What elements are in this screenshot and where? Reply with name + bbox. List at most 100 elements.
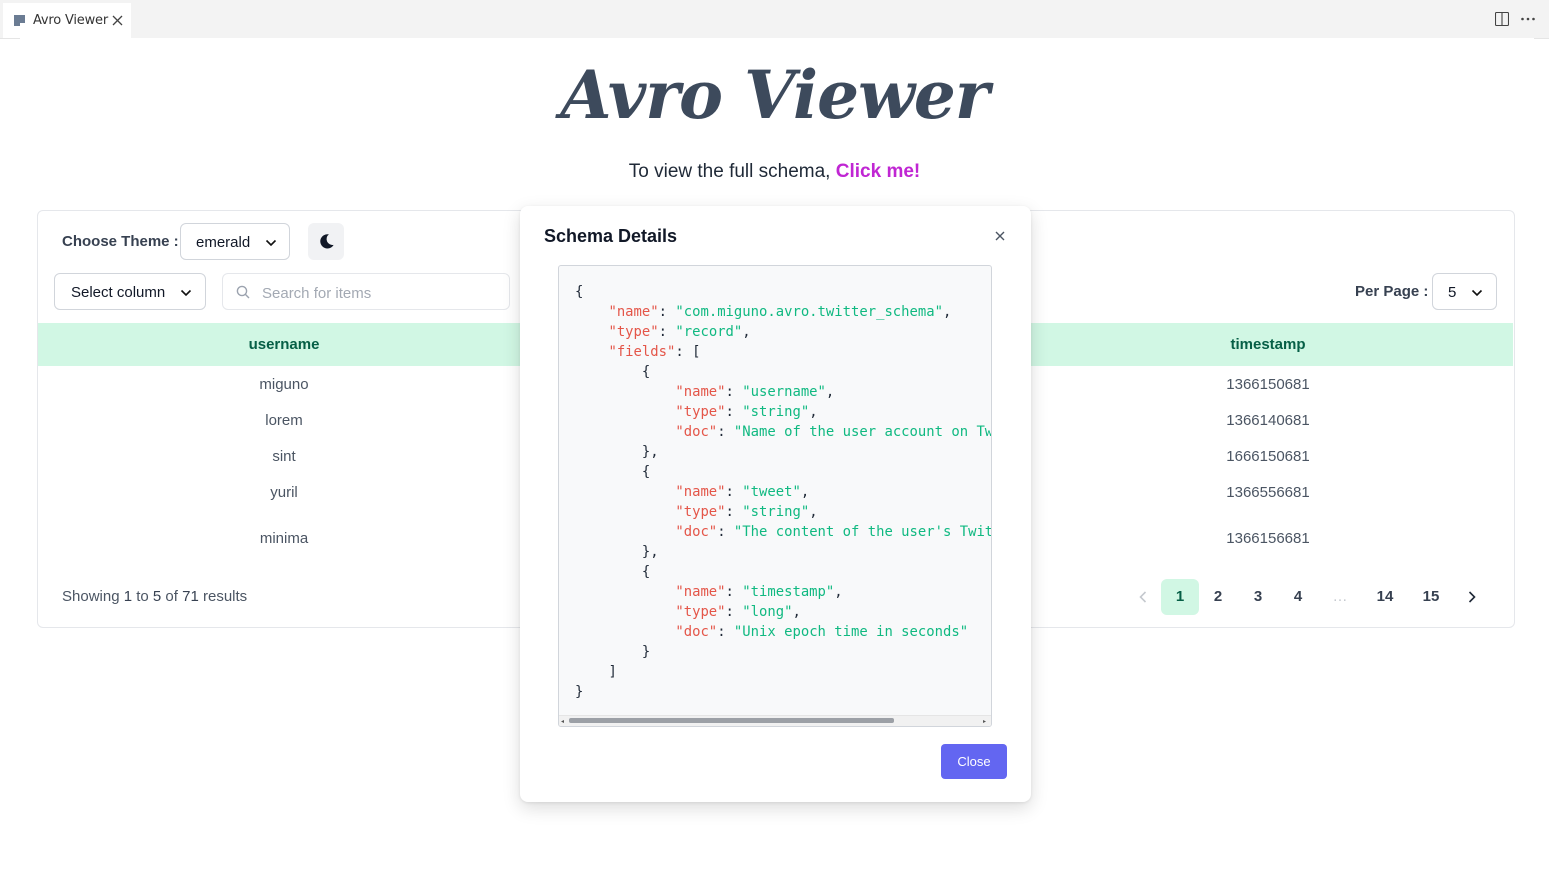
- json-punct: :: [725, 584, 743, 600]
- summary-total: 71: [182, 588, 199, 605]
- json-string: "timestamp": [742, 584, 835, 600]
- json-punct: :: [725, 504, 743, 520]
- json-punct: },: [575, 544, 659, 560]
- more-actions-icon[interactable]: [1520, 12, 1536, 26]
- page-button-2[interactable]: 2: [1199, 579, 1237, 615]
- close-icon[interactable]: [994, 230, 1006, 242]
- schema-subtitle: To view the full schema, Click me!: [0, 161, 1549, 183]
- split-editor-icon[interactable]: [1495, 12, 1509, 26]
- subtitle-text: To view the full schema,: [628, 161, 836, 182]
- scroll-left-icon[interactable]: ◂: [561, 718, 567, 725]
- json-punct: [575, 484, 675, 500]
- json-punct: :: [725, 484, 743, 500]
- json-punct: ]: [575, 664, 617, 680]
- theme-select-value: emerald: [196, 234, 251, 251]
- column-select[interactable]: Select column: [54, 273, 206, 310]
- json-punct: {: [575, 464, 651, 480]
- json-punct: :: [717, 624, 734, 640]
- search-input[interactable]: [260, 282, 504, 304]
- editor-tab[interactable]: Avro Viewer: [3, 3, 131, 38]
- json-punct: :: [658, 304, 676, 320]
- json-punct: ,: [943, 304, 952, 320]
- json-string: "tweet": [742, 484, 801, 500]
- close-icon[interactable]: [112, 15, 123, 26]
- json-punct: ,: [809, 504, 818, 520]
- table-cell-username: minima: [259, 530, 309, 547]
- json-punct: [575, 384, 675, 400]
- json-punct: ,: [800, 484, 810, 500]
- json-punct: {: [575, 564, 651, 580]
- table-cell-username: lorem: [265, 412, 303, 429]
- chevron-right-icon[interactable]: [1467, 590, 1477, 604]
- table-cell-username: yuril: [270, 484, 298, 501]
- json-string: "Name of the user account on Twitter.com…: [733, 424, 991, 440]
- chevron-down-icon: [1471, 289, 1483, 297]
- search-icon: [236, 285, 250, 299]
- page-button-1[interactable]: 1: [1161, 579, 1199, 615]
- summary-to-word: to: [132, 588, 153, 605]
- chevron-left-icon[interactable]: [1138, 590, 1148, 604]
- summary-prefix: Showing: [62, 588, 124, 605]
- json-punct: :: [725, 604, 743, 620]
- json-key: "type": [675, 504, 726, 520]
- json-key: "doc": [675, 424, 718, 440]
- schema-details-modal: Schema Details { "name": "com.miguno.avr…: [520, 206, 1031, 802]
- json-punct: }: [575, 684, 584, 700]
- json-punct: ,: [809, 404, 818, 420]
- moon-icon: [320, 234, 334, 249]
- json-punct: :: [658, 324, 676, 340]
- json-punct: }: [575, 644, 651, 660]
- schema-code-block[interactable]: { "name": "com.miguno.avro.twitter_schem…: [558, 265, 992, 727]
- json-punct: ,: [742, 324, 751, 340]
- json-punct: },: [575, 444, 659, 460]
- scrollbar-thumb[interactable]: [569, 718, 894, 723]
- horizontal-scrollbar[interactable]: ◂ ▸: [559, 715, 991, 726]
- per-page-select[interactable]: 5: [1432, 273, 1497, 310]
- results-summary: Showing 1 to 5 of 71 results: [62, 588, 247, 605]
- file-preview-icon: [14, 15, 25, 26]
- table-cell-timestamp: 1366156681: [1226, 530, 1310, 547]
- modal-title: Schema Details: [544, 226, 678, 246]
- editor-tab-bar: Avro Viewer: [0, 0, 1549, 39]
- json-punct: [575, 624, 675, 640]
- table-cell-username: miguno: [259, 376, 309, 393]
- view-schema-link[interactable]: Click me!: [836, 161, 920, 182]
- json-punct: : [: [675, 344, 701, 360]
- json-key: "fields": [608, 344, 676, 360]
- json-punct: :: [717, 524, 734, 540]
- column-header-username[interactable]: username: [184, 336, 384, 353]
- dark-mode-toggle[interactable]: [308, 223, 344, 260]
- column-select-value: Select column: [71, 284, 166, 301]
- json-punct: ,: [834, 584, 843, 600]
- json-punct: ,: [825, 384, 835, 400]
- chevron-down-icon: [180, 289, 192, 297]
- json-punct: [575, 604, 675, 620]
- page-button-14[interactable]: 14: [1366, 579, 1404, 615]
- column-header-timestamp[interactable]: timestamp: [1168, 336, 1368, 353]
- table-cell-timestamp: 1366556681: [1226, 484, 1310, 501]
- page-button-3[interactable]: 3: [1239, 579, 1277, 615]
- json-key: "name": [608, 304, 659, 320]
- json-punct: :: [717, 424, 734, 440]
- json-punct: :: [725, 404, 743, 420]
- json-string: "The content of the user's Twitter messa…: [733, 524, 991, 540]
- json-punct: [575, 304, 608, 320]
- json-string: "string": [742, 404, 810, 420]
- tab-title: Avro Viewer: [33, 13, 108, 28]
- json-key: "type": [675, 604, 726, 620]
- theme-select[interactable]: emerald: [180, 223, 290, 260]
- page-button-15[interactable]: 15: [1412, 579, 1450, 615]
- chevron-down-icon: [265, 239, 277, 247]
- json-punct: ,: [792, 604, 801, 620]
- json-punct: :: [725, 384, 743, 400]
- json-punct: [575, 404, 675, 420]
- json-punct: [575, 324, 608, 340]
- json-punct: [575, 424, 675, 440]
- close-button[interactable]: Close: [941, 744, 1007, 779]
- scroll-right-icon[interactable]: ▸: [983, 718, 989, 725]
- theme-label: Choose Theme :: [62, 233, 179, 250]
- json-punct: [575, 504, 675, 520]
- schema-json: { "name": "com.miguno.avro.twitter_schem…: [575, 282, 991, 702]
- per-page-value: 5: [1448, 284, 1457, 301]
- page-button-4[interactable]: 4: [1279, 579, 1317, 615]
